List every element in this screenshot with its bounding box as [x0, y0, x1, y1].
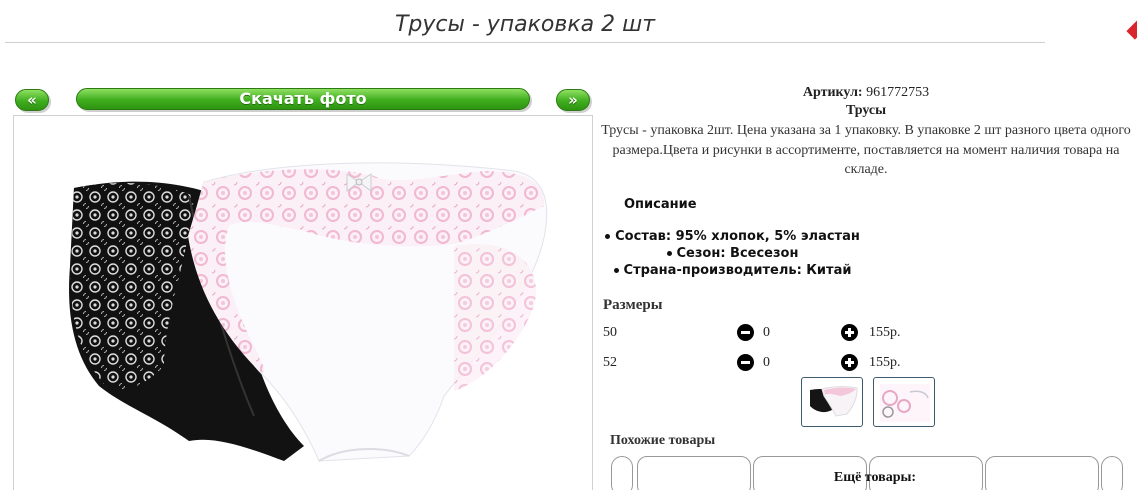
product-category: Трусы — [845, 103, 887, 118]
product-photo-image — [69, 162, 548, 462]
prev-photo-button[interactable]: « — [15, 89, 49, 111]
sizes-header: Размеры — [603, 297, 663, 313]
product-info: Артикул: 961772753 Трусы Трусы - упаковк… — [600, 84, 1132, 180]
property-item: Страна-производитель: Китай — [600, 262, 865, 279]
title-divider — [5, 42, 1045, 43]
next-photo-button[interactable]: » — [556, 89, 590, 111]
article-value: 961772753 — [866, 85, 930, 100]
article-line: Артикул: 961772753 — [600, 84, 1132, 102]
thumbnail-image — [810, 386, 858, 417]
property-item: Сезон: Всесезон — [600, 245, 865, 262]
price-value: 155р. — [869, 355, 901, 370]
plus-circle-icon[interactable] — [841, 324, 858, 341]
product-properties: Состав: 95% хлопок, 5% эластан Сезон: Вс… — [600, 228, 865, 279]
size-value: 50 — [603, 325, 617, 340]
thumbnail-image — [880, 384, 930, 422]
download-photo-button[interactable]: Скачать фото — [76, 88, 530, 110]
description-header: Описание — [624, 197, 697, 212]
size-row: 50 0 155р. — [603, 323, 1123, 343]
similar-products-header: Похожие товары — [610, 433, 716, 448]
product-photo[interactable] — [13, 115, 593, 490]
property-item: Состав: 95% хлопок, 5% эластан — [600, 228, 865, 245]
photo-thumbnail[interactable] — [873, 377, 935, 427]
quantity-value: 0 — [763, 325, 770, 340]
bullet-icon — [666, 251, 672, 256]
property-text: Страна-производитель: Китай — [623, 263, 852, 278]
size-row: 52 0 155р. — [603, 353, 1123, 373]
property-text: Состав: 95% хлопок, 5% эластан — [615, 229, 860, 244]
page-title: Трусы - упаковка 2 шт — [394, 12, 656, 37]
photo-thumbnail[interactable] — [801, 377, 863, 427]
plus-circle-icon[interactable] — [841, 354, 858, 371]
minus-circle-icon[interactable] — [737, 324, 754, 341]
minus-circle-icon[interactable] — [737, 354, 754, 371]
price-value: 155р. — [869, 325, 901, 340]
bullet-icon — [613, 268, 619, 273]
product-description: Трусы - упаковка 2шт. Цена указана за 1 … — [601, 123, 1131, 177]
bullet-icon — [605, 234, 611, 239]
more-products-label: Ещё товары: — [833, 470, 917, 485]
corner-close-icon[interactable] — [1126, 18, 1137, 40]
quantity-value: 0 — [763, 355, 770, 370]
property-text: Сезон: Всесезон — [676, 246, 799, 261]
size-value: 52 — [603, 355, 617, 370]
article-label: Артикул: — [802, 85, 863, 100]
